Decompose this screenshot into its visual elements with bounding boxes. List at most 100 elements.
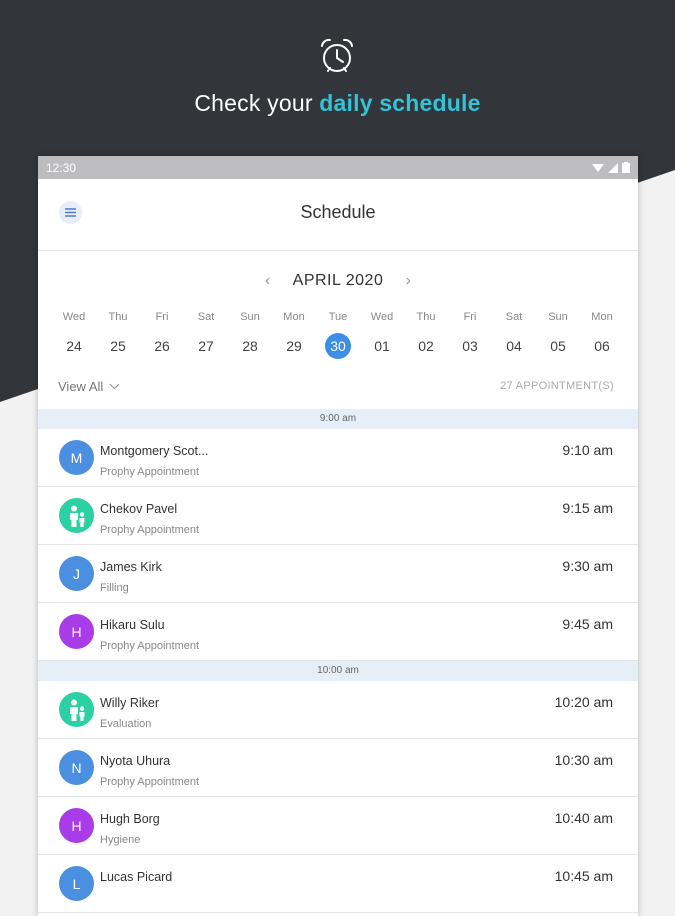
appointment-row[interactable]: N Nyota Uhura Prophy Appointment 10:30 am	[38, 739, 638, 797]
appointment-type: Hygiene	[100, 834, 141, 846]
patient-name: James Kirk	[100, 560, 162, 574]
view-all-dropdown[interactable]: View All	[58, 379, 120, 394]
month-navigator: ‹ APRIL 2020 ›	[38, 251, 638, 309]
appointment-row[interactable]: H Hikaru Sulu Prophy Appointment 9:45 am	[38, 603, 638, 661]
avatar: J	[59, 556, 94, 591]
day-number: 01	[374, 338, 390, 354]
day-number: 02	[418, 338, 434, 354]
day-of-week-label: Sat	[505, 311, 523, 323]
signal-icon	[608, 162, 618, 173]
appointment-time: 10:20 am	[554, 694, 613, 710]
patient-name: Nyota Uhura	[100, 754, 171, 768]
day-of-week-label: Tue	[328, 311, 348, 323]
appointment-row[interactable]: Willy Riker Evaluation 10:20 am	[38, 681, 638, 739]
day-number: 27	[198, 338, 214, 354]
appointment-row[interactable]: M Montgomery Scot... Prophy Appointment 9:1…	[38, 429, 638, 487]
app-bar: Schedule	[38, 179, 638, 251]
appointment-type: Evaluation	[100, 718, 152, 730]
day-number: 03	[462, 338, 478, 354]
calendar-day[interactable]: Mon 06	[580, 309, 624, 359]
appointment-row[interactable]: H Hugh Borg Hygiene 10:40 am	[38, 797, 638, 855]
day-number: 05	[550, 338, 566, 354]
hero-title-accent: daily schedule	[319, 90, 481, 116]
day-of-week-label: Sun	[240, 311, 260, 323]
avatar: H	[59, 614, 94, 649]
appointment-type: Prophy Appointment	[100, 524, 200, 536]
calendar-day[interactable]: Wed 24	[52, 309, 96, 359]
chevron-right-icon[interactable]: ›	[401, 272, 415, 290]
calendar-day[interactable]: Sun 05	[536, 309, 580, 359]
day-of-week-label: Thu	[108, 311, 128, 323]
patient-name: Lucas Picard	[100, 870, 173, 884]
avatar: M	[59, 440, 94, 475]
alarm-clock-icon	[317, 36, 357, 76]
chevron-down-icon	[109, 383, 120, 389]
appointment-type: Prophy Appointment	[100, 466, 200, 478]
family-icon	[59, 498, 94, 533]
time-section-header: 9:00 am	[38, 409, 638, 429]
calendar-day[interactable]: Sat 27	[184, 309, 228, 359]
month-label: APRIL 2020	[292, 272, 384, 289]
avatar: L	[59, 866, 94, 901]
appointment-row[interactable]: J James Kirk Filling 9:30 am	[38, 545, 638, 603]
day-number: 28	[242, 338, 258, 354]
chevron-left-icon[interactable]: ‹	[261, 272, 275, 290]
day-number: 04	[506, 338, 522, 354]
avatar: H	[59, 808, 94, 843]
wifi-icon	[592, 163, 604, 172]
day-number: 26	[154, 338, 170, 354]
calendar-day[interactable]: Tue 30	[316, 309, 360, 359]
family-icon	[59, 692, 94, 727]
day-of-week-label: Thu	[416, 311, 436, 323]
day-of-week-label: Sat	[197, 311, 215, 323]
status-icons	[592, 162, 630, 173]
day-number: 24	[66, 338, 82, 354]
appointment-type: Prophy Appointment	[100, 640, 200, 652]
day-of-week-label: Mon	[283, 311, 305, 323]
day-of-week-label: Mon	[591, 311, 613, 323]
patient-name: Chekov Pavel	[100, 502, 178, 516]
day-of-week-label: Fri	[155, 311, 169, 323]
hero-title-prefix: Check your	[194, 90, 320, 116]
time-section-header: 10:00 am	[38, 661, 638, 681]
calendar-day[interactable]: Wed 01	[360, 309, 404, 359]
day-number: 29	[286, 338, 302, 354]
battery-icon	[622, 162, 630, 173]
appointment-time: 10:45 am	[554, 868, 613, 884]
appointment-time: 10:40 am	[554, 810, 613, 826]
filter-row: View All 27 APPOINTMENT(S)	[38, 363, 638, 409]
appointment-row[interactable]: L Lucas Picard 10:45 am	[38, 855, 638, 913]
patient-name: Hugh Borg	[100, 812, 160, 826]
calendar-day[interactable]: Mon 29	[272, 309, 316, 359]
calendar-day[interactable]: Sun 28	[228, 309, 272, 359]
calendar-day[interactable]: Fri 03	[448, 309, 492, 359]
view-all-label: View All	[58, 378, 104, 394]
appointment-list: 9:00 am M Montgomery Scot... Prophy Appoint…	[38, 409, 638, 913]
day-number: 25	[110, 338, 126, 354]
day-of-week-label: Wed	[62, 311, 86, 323]
appointment-row[interactable]: Chekov Pavel Prophy Appointment 9:15 am	[38, 487, 638, 545]
calendar-day[interactable]: Thu 25	[96, 309, 140, 359]
appointment-time: 9:15 am	[562, 500, 613, 516]
page-title: Schedule	[300, 202, 376, 222]
appointment-type: Prophy Appointment	[100, 776, 200, 788]
calendar-day[interactable]: Thu 02	[404, 309, 448, 359]
hero-title: Check your daily schedule	[0, 90, 675, 117]
calendar-day[interactable]: Fri 26	[140, 309, 184, 359]
patient-name: Montgomery Scot...	[100, 444, 209, 458]
day-of-week-label: Fri	[463, 311, 477, 323]
week-strip: Wed 24 Thu 25 Fri 26 Sat 27 Sun 28 Mon 29 Tue 30 Wed 01…	[38, 309, 638, 359]
selected-day-number: 30	[325, 333, 351, 359]
appointment-count: 27 APPOINTMENT(S)	[500, 380, 614, 392]
avatar: N	[59, 750, 94, 785]
day-of-week-label: Wed	[370, 311, 394, 323]
status-bar: 12:30	[38, 156, 638, 179]
appointment-time: 10:30 am	[554, 752, 613, 768]
patient-name: Willy Riker	[100, 696, 160, 710]
appointment-type: Filling	[100, 582, 129, 594]
device-screen: 12:30 Schedule ‹ APRIL 2020 › Wed 24 Thu 25…	[38, 156, 638, 916]
day-of-week-label: Sun	[548, 311, 568, 323]
calendar-day[interactable]: Sat 04	[492, 309, 536, 359]
status-time: 12:30	[46, 160, 77, 175]
appointment-time: 9:30 am	[562, 558, 613, 574]
